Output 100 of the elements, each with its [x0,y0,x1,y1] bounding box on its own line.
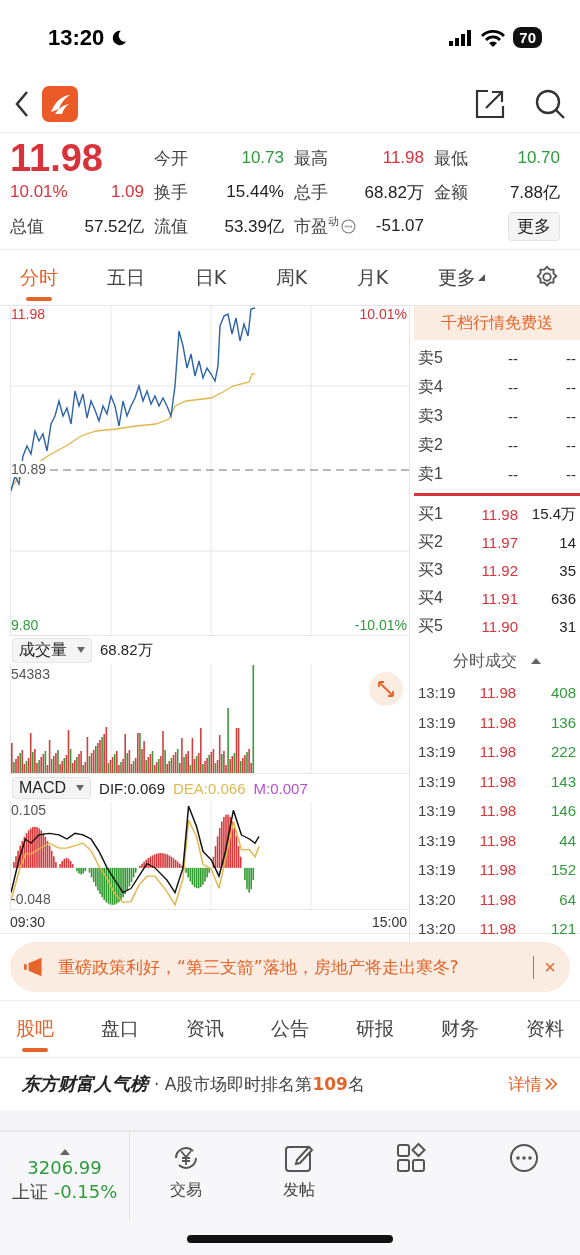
trade-time: 13:19 [418,684,457,702]
trade-price: 11.98 [478,684,518,702]
bid-volume: 15.4万 [530,504,576,524]
stat-value: 53.39亿 [223,215,284,238]
trade-volume: 408 [549,684,576,702]
time-label: 09:30 [10,914,46,930]
stat-value: 57.52亿 [84,215,144,238]
index-widget[interactable]: 3206.99 上证 -0.15% [0,1132,130,1220]
chart-tab[interactable]: 更多 [437,254,485,301]
bid-price: 11.91 [480,589,518,607]
order-level: 买1 [418,503,444,524]
volume-value: 68.82万 [100,640,153,660]
content-tab[interactable]: 公告 [271,1006,309,1052]
ask-price: -- [507,437,518,454]
order-level: 卖3 [418,406,444,426]
ask-volume: -- [565,437,576,454]
ask-price: -- [507,408,518,425]
order-level: 卖1 [418,464,444,484]
trade-price: 11.98 [478,772,518,790]
stat-label: 流值 [154,214,189,238]
stat-value: 68.82万 [363,181,424,204]
trade-volume: 64 [558,890,576,908]
order-level: 卖2 [418,435,444,455]
chart-tab[interactable]: 日K [194,254,227,301]
stat-label: 总值 [10,214,45,238]
stat-label: 换手 [154,180,189,204]
order-level: 卖4 [418,377,444,397]
trade-time: 13:19 [418,802,457,820]
stat-value: 10.70 [516,148,560,168]
order-level: 买2 [418,531,444,552]
bid-price: 11.90 [480,617,518,635]
ask-price: -- [507,466,518,483]
change-percent: 10.01% [10,182,69,202]
trade-price: 11.98 [478,890,518,908]
axis-label: 9.80 [11,617,39,633]
ask-volume: -- [565,350,576,367]
trade-volume: 143 [549,772,576,790]
bid-volume: 35 [558,561,576,579]
ask-volume: -- [565,466,576,483]
bid-volume: 636 [549,589,576,607]
chart-tab[interactable]: 月K [356,254,389,301]
trade-price: 11.98 [478,802,518,820]
index-value: 3206.99 [27,1156,102,1178]
content-tab[interactable]: 资讯 [186,1006,224,1052]
ranking-text: · A股市场即时排名第109名 [154,1072,366,1096]
stat-label: 今开 [154,146,189,170]
axis-label: 11.98 [11,306,45,322]
content-tab[interactable]: 盘口 [101,1006,139,1052]
toolbar-item[interactable]: 发帖 [242,1132,355,1220]
trade-price: 11.98 [478,743,518,761]
bid-price: 11.98 [480,505,518,523]
axis-label: 54383 [11,666,50,682]
trade-time: 13:19 [418,831,457,849]
content-tab[interactable]: 资料 [526,1006,564,1052]
order-level: 买5 [418,615,444,636]
trade-time: 13:19 [418,713,457,731]
bid-volume: 31 [558,617,576,635]
trades-title: 分时成交 [453,650,517,672]
trade-time: 13:20 [418,920,457,938]
stat-value: 15.44% [225,182,284,202]
axis-label: 0.105 [11,802,47,818]
ask-price: -- [507,350,518,367]
trade-time: 13:19 [418,743,457,761]
trade-time: 13:19 [418,772,457,790]
stat-value: 7.88亿 [508,181,560,204]
indicator-dropdown[interactable]: MACD [12,777,92,799]
ask-volume: -- [565,408,576,425]
ask-volume: -- [565,379,576,396]
stat-label: 总手 [294,180,329,204]
trade-volume: 152 [549,861,576,879]
ask-price: -- [507,379,518,396]
trade-volume: 146 [549,802,576,820]
order-level: 卖5 [418,348,444,368]
clock: 13:20 [48,24,105,51]
details-link[interactable]: 详情 [508,1072,558,1096]
dif-value: DIF:0.069 [99,779,165,797]
trade-price: 11.98 [478,831,518,849]
trade-time: 13:19 [418,861,457,879]
order-level: 买3 [418,559,444,580]
content-tab[interactable]: 财务 [441,1006,479,1052]
more-button[interactable]: 更多 [508,211,560,241]
chart-tab[interactable]: 周K [275,254,308,301]
battery-level: 70 [513,27,542,48]
stat-value: 11.98 [381,148,424,168]
stat-label: 最低 [434,146,469,170]
trade-volume: 121 [549,920,576,938]
index-name: 上证 [11,1179,48,1204]
current-price: 11.98 [10,136,104,180]
trade-price: 11.98 [478,861,518,879]
toolbar-item[interactable]: 交易 [130,1132,243,1220]
content-tab[interactable]: 研报 [356,1006,394,1052]
bid-price: 11.97 [480,533,518,551]
stat-label: 金额 [434,180,469,204]
indicator-dropdown[interactable]: 成交量 [12,637,92,663]
stat-label: 最高 [294,146,329,170]
chart-tab[interactable]: 五日 [107,254,146,301]
time-label: 15:00 [371,914,407,930]
trade-price: 11.98 [478,920,518,938]
bid-price: 11.92 [480,561,518,579]
stat-label: 市盈$^{动}$ [294,214,338,238]
